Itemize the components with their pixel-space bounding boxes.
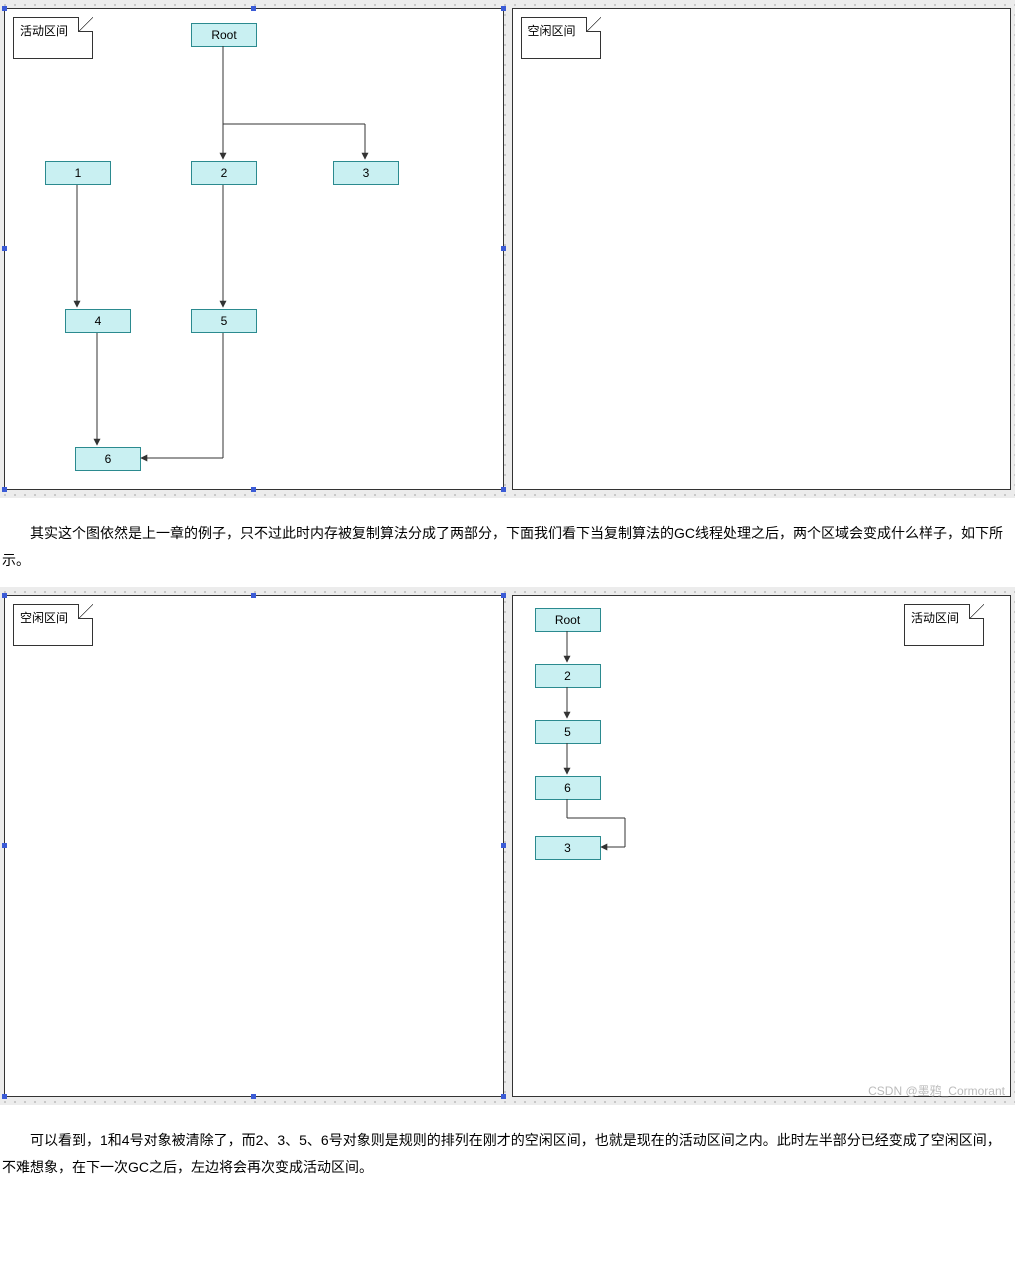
panel-active-before: 活动区间 Root 1 2 3 4 5 6 <box>4 8 504 490</box>
watermark: CSDN @墨鸦_Cormorant <box>868 1082 1005 1099</box>
node-3: 3 <box>333 161 399 185</box>
diagram-1: 活动区间 Root 1 2 3 4 5 6 <box>0 0 1015 498</box>
arrows-1 <box>5 9 503 489</box>
node-2: 2 <box>191 161 257 185</box>
node-3-after: 3 <box>535 836 601 860</box>
diagram-2: 空闲区间 活动区间 Root 2 5 6 3 <box>0 587 1015 1105</box>
label-idle-region: 空闲区间 <box>521 17 601 59</box>
label-active-region-after: 活动区间 <box>904 604 984 646</box>
panel-idle-after: 空闲区间 <box>4 595 504 1097</box>
node-2-after: 2 <box>535 664 601 688</box>
node-5-after: 5 <box>535 720 601 744</box>
panel-active-after: 活动区间 Root 2 5 6 3 <box>512 595 1012 1097</box>
panel-idle-before: 空闲区间 <box>512 8 1012 490</box>
node-1: 1 <box>45 161 111 185</box>
node-4: 4 <box>65 309 131 333</box>
paragraph-1: 其实这个图依然是上一章的例子，只不过此时内存被复制算法分成了两部分，下面我们看下… <box>0 498 1015 587</box>
node-6: 6 <box>75 447 141 471</box>
node-5: 5 <box>191 309 257 333</box>
node-root-after: Root <box>535 608 601 632</box>
paragraph-2: 可以看到，1和4号对象被清除了，而2、3、5、6号对象则是规则的排列在刚才的空闲… <box>0 1105 1015 1194</box>
label-idle-region-after: 空闲区间 <box>13 604 93 646</box>
node-root: Root <box>191 23 257 47</box>
label-active-region: 活动区间 <box>13 17 93 59</box>
node-6-after: 6 <box>535 776 601 800</box>
